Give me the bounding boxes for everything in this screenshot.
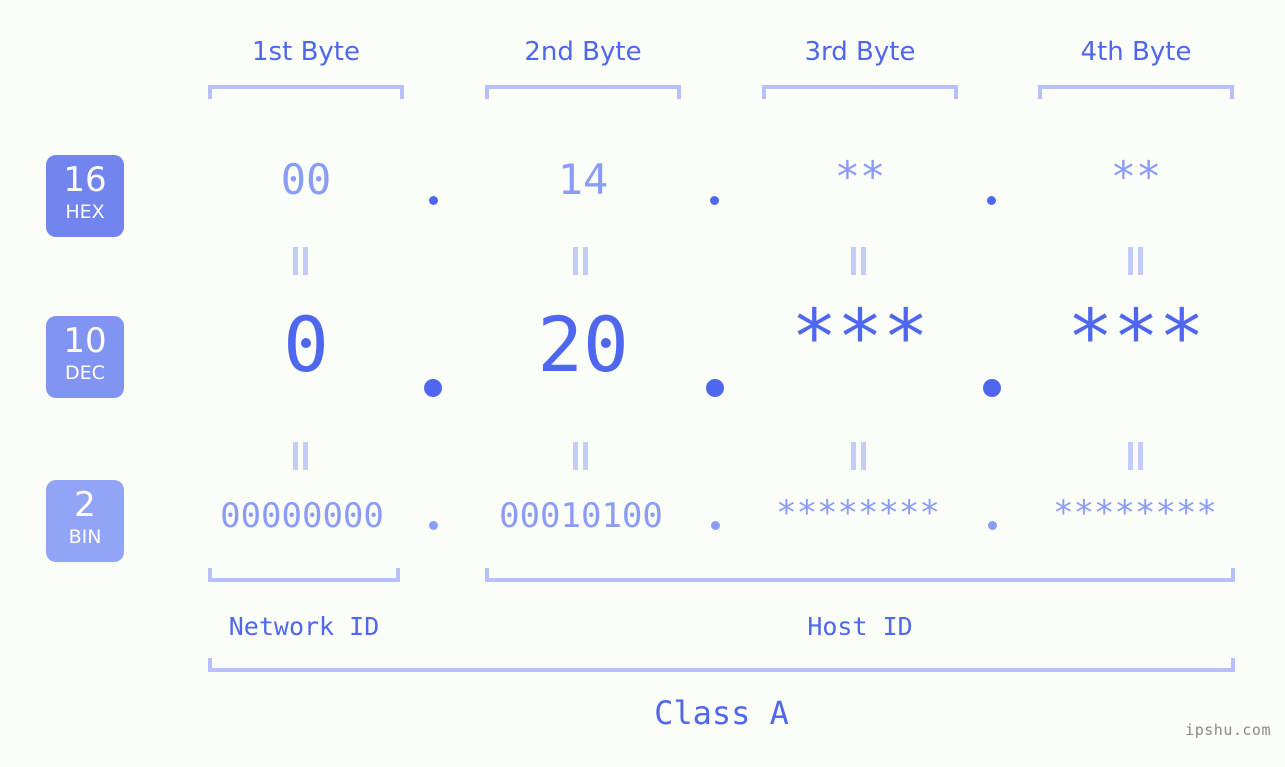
network-id-bracket (208, 568, 400, 582)
base-badge-hex-name: HEX (65, 201, 105, 223)
hex-value-byte-4: ** (1110, 152, 1162, 201)
base-badge-dec-number: 10 (63, 321, 107, 361)
dec-separator-dot-2 (706, 379, 724, 397)
dec-value-byte-3: *** (791, 292, 929, 381)
dec-separator-dot-1 (424, 379, 442, 397)
base-badge-hex-number: 16 (63, 160, 107, 200)
host-id-bracket (485, 568, 1235, 582)
hex-value-byte-3: ** (834, 152, 886, 201)
dec-separator-dot-3 (983, 379, 1001, 397)
hex-value-byte-2: 14 (557, 155, 609, 204)
watermark: ipshu.com (1185, 721, 1271, 739)
base-badge-dec-name: DEC (65, 362, 105, 384)
equals-hex-dec-2 (572, 247, 590, 275)
equals-dec-bin-3 (850, 442, 868, 470)
bin-value-byte-1: 00000000 (220, 496, 384, 536)
bin-value-byte-2: 00010100 (499, 496, 663, 536)
equals-hex-dec-1 (292, 247, 310, 275)
bin-separator-dot-2 (711, 521, 720, 530)
dec-value-byte-2: 20 (537, 300, 629, 389)
host-id-label: Host ID (807, 612, 913, 641)
bin-separator-dot-3 (988, 521, 997, 530)
dec-value-byte-1: 0 (283, 300, 329, 389)
hex-value-byte-1: 00 (280, 155, 332, 204)
equals-hex-dec-4 (1127, 247, 1145, 275)
byte-header-4: 4th Byte (1080, 37, 1192, 67)
ip-byte-breakdown-diagram: 1st Byte 2nd Byte 3rd Byte 4th Byte 16 H… (0, 0, 1285, 767)
base-badge-bin[interactable]: 2 BIN (46, 480, 124, 562)
equals-dec-bin-4 (1127, 442, 1145, 470)
bin-separator-dot-1 (429, 521, 438, 530)
class-label: Class A (654, 694, 789, 732)
equals-dec-bin-2 (572, 442, 590, 470)
base-badge-dec[interactable]: 10 DEC (46, 316, 124, 398)
class-bracket (208, 658, 1235, 672)
base-badge-hex[interactable]: 16 HEX (46, 155, 124, 237)
byte-bracket-1 (208, 85, 404, 99)
equals-hex-dec-3 (850, 247, 868, 275)
byte-bracket-2 (485, 85, 681, 99)
dec-value-byte-4: *** (1067, 292, 1205, 381)
equals-dec-bin-1 (292, 442, 310, 470)
byte-bracket-3 (762, 85, 958, 99)
byte-header-3: 3rd Byte (804, 37, 916, 67)
hex-separator-dot-3 (987, 196, 996, 205)
byte-header-2: 2nd Byte (524, 37, 642, 67)
byte-bracket-4 (1038, 85, 1234, 99)
base-badge-bin-number: 2 (74, 485, 96, 525)
bin-value-byte-3: ******** (776, 493, 940, 533)
network-id-label: Network ID (228, 612, 380, 641)
hex-separator-dot-1 (429, 196, 438, 205)
bin-value-byte-4: ******** (1053, 493, 1217, 533)
byte-header-1: 1st Byte (252, 37, 360, 67)
hex-separator-dot-2 (710, 196, 719, 205)
base-badge-bin-name: BIN (68, 526, 102, 548)
